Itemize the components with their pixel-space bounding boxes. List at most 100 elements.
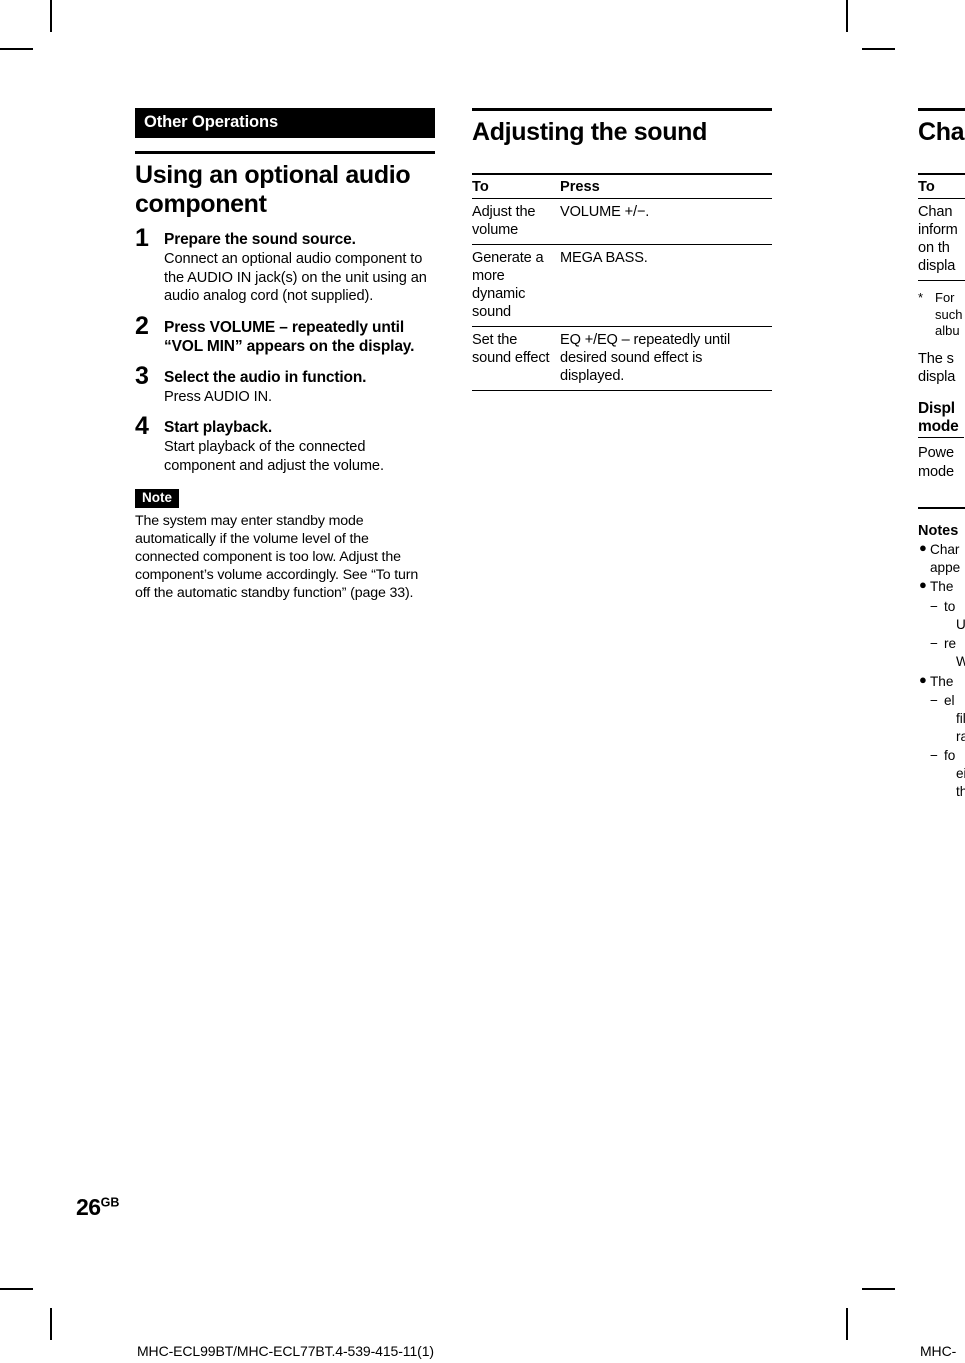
chapter-banner: Other Operations [135,108,435,139]
sub-list-item-line: ei [956,766,965,782]
sub-list-item-line: re [944,636,957,652]
table-row: Generate a more dynamic sound MEGA BASS. [472,244,772,328]
procedure-steps: 1 Prepare the sound source. Connect an o… [135,226,435,475]
sub-list-item-line: fil [956,711,965,727]
table-cell-to: Chan inform on th displa [918,198,965,281]
page-title: Using an optional audio component [135,161,411,218]
list-item-line: The [930,673,954,689]
sub-list-item: − re W [930,635,965,670]
table-row: Set the sound effect EQ +/EQ – repeatedl… [472,326,772,392]
sub-heading: Displ mode [918,400,965,438]
folio-region-suffix: GB [100,1195,120,1210]
step-item: 2 Press VOLUME – repeatedly until “VOL M… [135,313,435,356]
sub-list-item: − fo ei th [930,747,965,800]
step-number: 4 [135,412,149,441]
table-header-press: Press [560,172,772,199]
notes-heading: Notes [918,523,959,540]
bullet-icon: ● [919,540,927,556]
table-cell-press: VOLUME +/−. [560,198,772,245]
list-item: ● Char appe [918,540,965,576]
dash-icon: − [930,636,938,652]
manual-page: Other Operations Using an optional audio… [0,0,965,1363]
step-title: Select the audio in function. [164,368,367,386]
table-header-row: To [918,172,965,199]
footnote-line: albu [935,323,960,339]
footnote-line: such [935,306,963,322]
heading-rule [918,108,965,111]
sub-list-item-line: th [956,783,965,799]
step-item: 4 Start playback. Start playback of the … [135,414,435,475]
sub-list-item-line: fo [944,748,956,764]
model-code-right: MHC- [920,1343,957,1359]
section-heading-block: Adjusting the sound [472,108,772,147]
table-header-row: To Press [472,172,772,199]
step-number: 3 [135,361,149,390]
table-cell-press: MEGA BASS. [560,244,772,328]
page-folio: 26GB [76,1196,119,1219]
table-cell-to: Set the sound effect [472,326,560,392]
column-left: Other Operations Using an optional audio… [135,108,435,603]
footnote-marker: * [918,289,924,305]
step-number: 1 [135,224,149,253]
sound-adjustment-table: To Press Adjust the volume VOLUME +/−. G… [472,172,772,392]
table-cell-to: Adjust the volume [472,198,560,245]
step-body: Press AUDIO IN. [164,388,272,405]
dash-icon: − [930,599,938,615]
sub-list-item: − el fil ra [930,692,965,745]
sub-list-item-line: el [944,693,955,709]
sub-heading-line: mode [918,418,959,436]
sub-list-item-line: ra [956,728,965,744]
page-title: Chan [918,118,965,146]
paragraph-line: Powe [918,445,954,462]
step-body: Connect an optional audio component to t… [164,251,427,305]
page-title: Adjusting the sound [472,118,707,146]
bullet-icon: ● [919,671,927,687]
display-change-table: To Chan inform on th displa [918,172,965,281]
table-cell-press: EQ +/EQ – repeatedly until desired sound… [560,326,772,392]
note-badge: Note [135,488,179,509]
dash-icon: − [930,748,938,764]
list-item-line: Char [930,542,960,558]
step-body: Start playback of the connected componen… [164,439,384,474]
sub-list-item-line: W [956,654,965,670]
sub-body-paragraph: Powe mode [918,444,965,481]
step-number: 2 [135,311,149,340]
notes-separator-rule [918,507,965,510]
footnote: * For such albu [918,290,965,340]
sub-heading-line: Displ [918,399,955,417]
table-row: Adjust the volume VOLUME +/−. [472,198,772,245]
footnote-line: For [935,289,955,305]
list-item-line: appe [930,559,961,575]
list-item: ● The [918,577,965,596]
sub-list-item: − to U: [930,598,965,633]
table-header-to: To [918,172,965,199]
table-cell-to: Generate a more dynamic sound [472,244,560,328]
sub-list-item-line: to [944,599,956,615]
step-title: Start playback. [164,419,273,437]
dash-icon: − [930,693,938,709]
note-text: The system may enter standby mode automa… [135,513,419,601]
bullet-icon: ● [919,577,927,593]
column-middle: Adjusting the sound To Press Adjust the … [472,108,772,392]
column-right-clipped: Chan To Chan inform on th displa * For s… [918,108,965,800]
list-item-line: The [930,579,954,595]
section-heading-block: Chan [918,108,965,147]
step-item: 1 Prepare the sound source. Connect an o… [135,226,435,305]
step-item: 3 Select the audio in function. Press AU… [135,363,435,406]
paragraph-line: mode [918,463,954,480]
body-paragraph: The s displa [918,350,965,387]
table-row: Chan inform on th displa [918,198,965,281]
table-header-to: To [472,172,560,199]
heading-rule [135,151,435,155]
heading-rule [472,108,772,111]
list-item: ● The [918,671,965,691]
step-title: Prepare the sound source. [164,231,356,249]
step-title: Press VOLUME – repeatedly until “VOL MIN… [164,318,415,355]
folio-number: 26 [76,1194,101,1220]
paragraph-line: displa [918,369,956,386]
sub-list-item-line: U: [956,616,965,632]
note-callout: Note The system may enter standby mode a… [135,488,435,603]
model-code-left: MHC-ECL99BT/MHC-ECL77BT.4-539-415-11(1) [137,1343,434,1359]
section-heading-block: Using an optional audio component [135,151,435,218]
sub-heading-rule [918,437,964,439]
